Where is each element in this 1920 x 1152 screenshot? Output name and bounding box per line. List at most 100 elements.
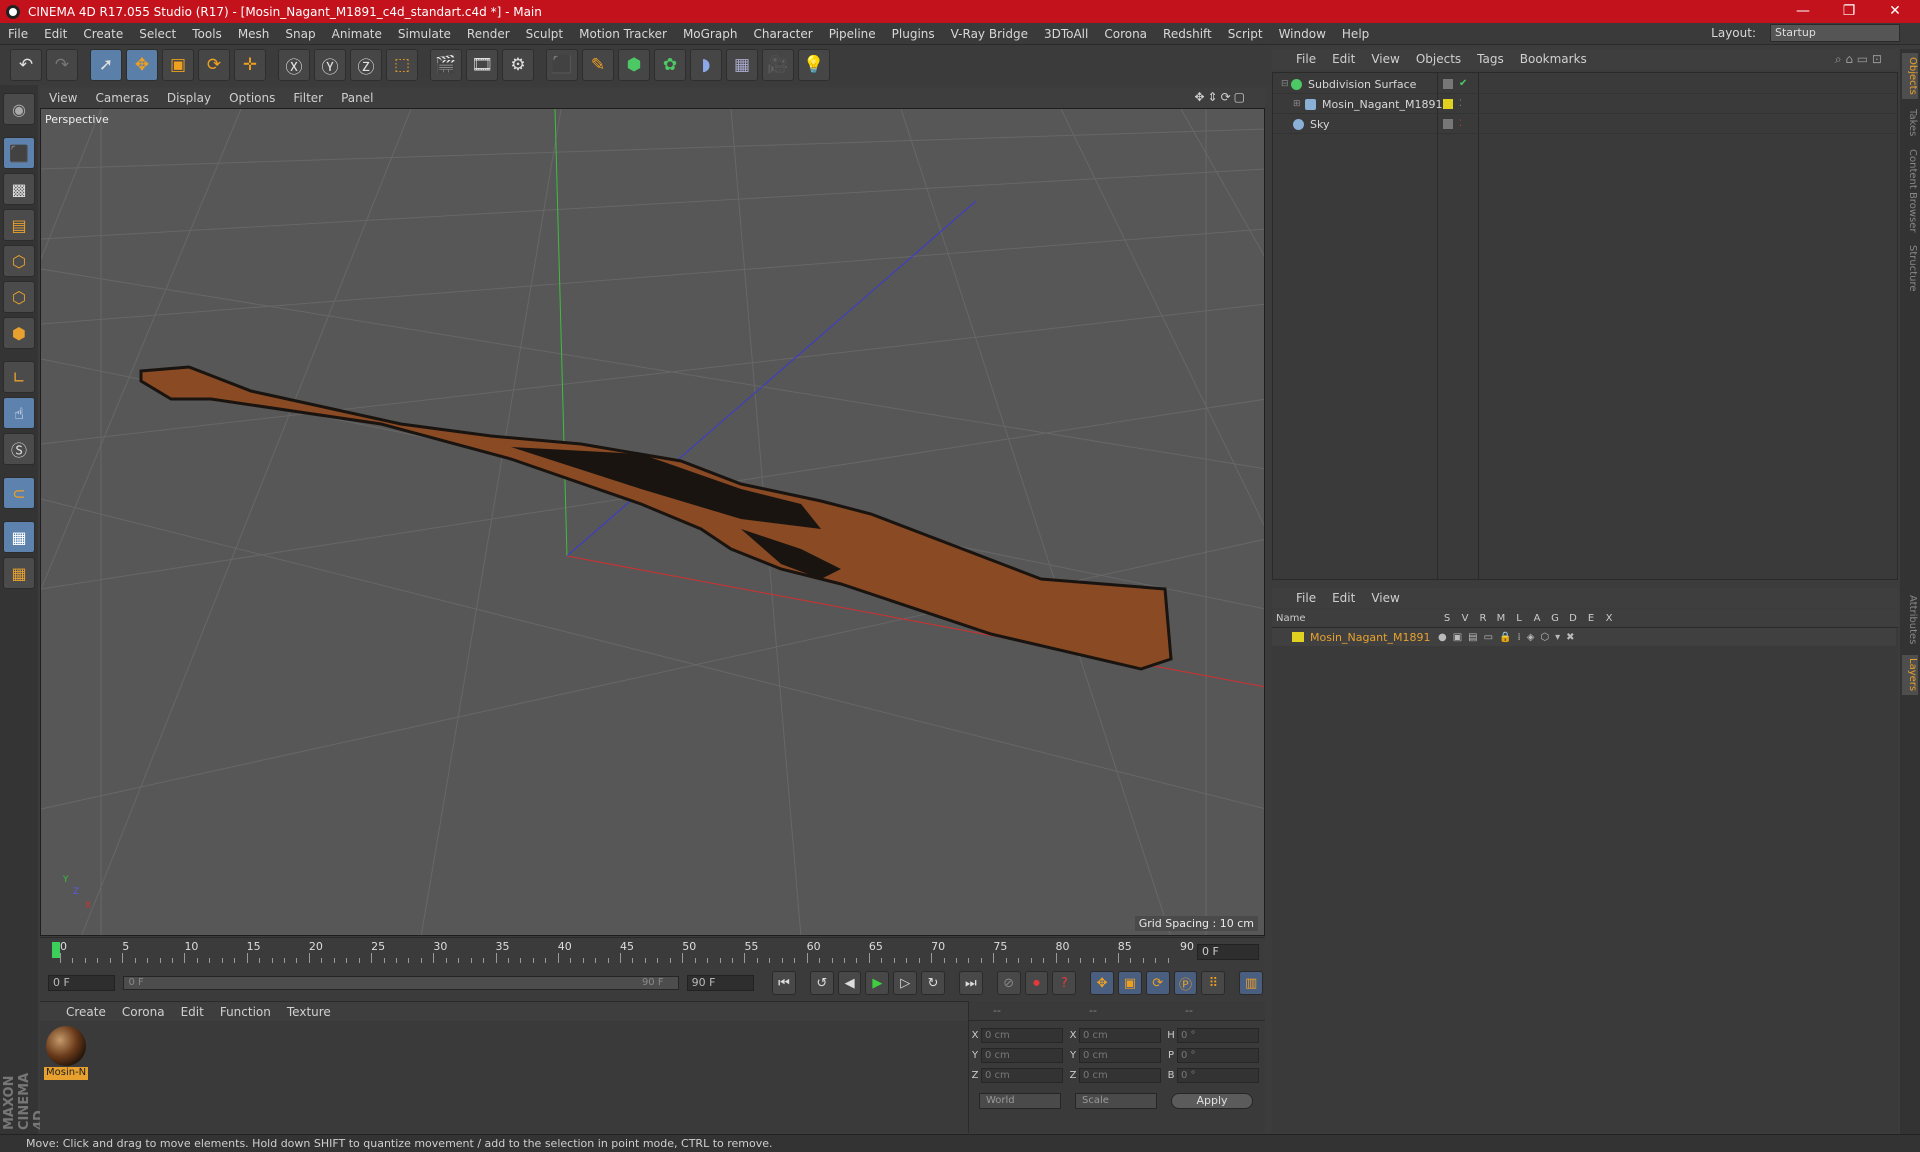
menu-corona[interactable]: Corona xyxy=(1096,27,1155,41)
texture-mode-icon[interactable]: ▩ xyxy=(3,173,35,205)
solo-mode-icon[interactable]: Ⓢ xyxy=(3,433,35,465)
layer-col-deformers[interactable]: D xyxy=(1564,613,1582,624)
planar-workplane-icon[interactable]: ▦ xyxy=(3,557,35,589)
tab-content-browser[interactable]: Content Browser xyxy=(1902,147,1918,235)
record-active-icon[interactable]: ⏺ xyxy=(1024,971,1049,995)
viewport-navigation-icons[interactable]: ✥⇕⟳▢ xyxy=(1185,90,1257,104)
mat-menu-function[interactable]: Function xyxy=(212,1005,279,1019)
workplane-mode-icon[interactable]: ▤ xyxy=(3,209,35,241)
timeline-window-icon[interactable]: ▥ xyxy=(1239,971,1264,995)
menu-mesh[interactable]: Mesh xyxy=(230,27,278,41)
obj-menu-edit[interactable]: Edit xyxy=(1324,52,1363,66)
layer-col-locked[interactable]: L xyxy=(1510,613,1528,624)
model-mode-icon[interactable]: ⬛ xyxy=(3,137,35,169)
layer-col-expressions[interactable]: E xyxy=(1582,613,1600,624)
axis-mode-icon[interactable]: ∟ xyxy=(3,361,35,393)
snap-icon[interactable]: ⊂ xyxy=(3,477,35,509)
menu-vray-bridge[interactable]: V-Ray Bridge xyxy=(943,27,1036,41)
undo-icon[interactable]: ↶ xyxy=(10,49,42,81)
menu-tools[interactable]: Tools xyxy=(184,27,230,41)
end-frame-field[interactable]: 90 F xyxy=(686,975,755,991)
menu-snap[interactable]: Snap xyxy=(277,27,323,41)
rotation-h-field[interactable]: 0 ° xyxy=(1177,1027,1259,1043)
key-pla-icon[interactable]: ⠿ xyxy=(1201,971,1226,995)
menu-help[interactable]: Help xyxy=(1334,27,1377,41)
obj-menu-objects[interactable]: Objects xyxy=(1408,52,1469,66)
current-frame-field[interactable]: 0 F xyxy=(1197,944,1259,960)
collapse-toggle-icon[interactable]: ⊟ xyxy=(1281,79,1291,89)
menu-simulate[interactable]: Simulate xyxy=(390,27,459,41)
perspective-viewport[interactable]: Perspective Grid Spacing : 10 cm Y Z X xyxy=(40,108,1265,936)
tab-objects[interactable]: Objects xyxy=(1902,53,1918,99)
last-tool-icon[interactable]: ✛ xyxy=(234,49,266,81)
points-mode-icon[interactable]: ⬡ xyxy=(3,245,35,277)
tab-attributes[interactable]: Attributes xyxy=(1902,591,1918,649)
play-icon[interactable]: ▶ xyxy=(865,971,890,995)
rotate-tool-icon[interactable]: ⟳ xyxy=(198,49,230,81)
redo-icon[interactable]: ↷ xyxy=(46,49,78,81)
obj-menu-tags[interactable]: Tags xyxy=(1469,52,1512,66)
menu-pipeline[interactable]: Pipeline xyxy=(821,27,884,41)
make-editable-icon[interactable]: ◉ xyxy=(3,93,35,125)
menu-edit[interactable]: Edit xyxy=(36,27,75,41)
layer-row[interactable]: Mosin_Nagant_M1891 ●▣▤▭🔒⁞◈⬡▾✖ xyxy=(1272,628,1896,646)
menu-render[interactable]: Render xyxy=(459,27,518,41)
start-frame-field[interactable]: 0 F xyxy=(48,975,116,991)
next-key-icon[interactable]: ↻ xyxy=(921,971,945,995)
coord-mode-dropdown[interactable]: World xyxy=(979,1093,1061,1109)
material-swatch[interactable]: Mosin-N xyxy=(44,1025,88,1081)
menu-create[interactable]: Create xyxy=(75,27,131,41)
live-selection-icon[interactable]: ➚ xyxy=(90,49,122,81)
polygons-mode-icon[interactable]: ⬢ xyxy=(3,317,35,349)
menu-select[interactable]: Select xyxy=(131,27,184,41)
render-view-icon[interactable]: 🎬 xyxy=(430,49,462,81)
enabled-check-icon[interactable]: ✔ xyxy=(1459,79,1469,89)
restore-button[interactable]: ❐ xyxy=(1826,0,1872,23)
close-button[interactable]: ✕ xyxy=(1872,0,1918,23)
floor-icon[interactable]: ▦ xyxy=(726,49,758,81)
menu-plugins[interactable]: Plugins xyxy=(884,27,943,41)
record-disabled-icon[interactable]: ⊘ xyxy=(996,971,1021,995)
mat-menu-texture[interactable]: Texture xyxy=(279,1005,339,1019)
pen-spline-icon[interactable]: ✎ xyxy=(582,49,614,81)
vp-menu-panel[interactable]: Panel xyxy=(332,91,382,105)
coordinate-system-icon[interactable]: ⬚ xyxy=(386,49,418,81)
rotation-b-field[interactable]: 0 ° xyxy=(1177,1067,1259,1083)
cloner-icon[interactable]: ✿ xyxy=(654,49,686,81)
position-y-field[interactable]: 0 cm xyxy=(981,1047,1063,1063)
mat-menu-create[interactable]: Create xyxy=(58,1005,114,1019)
cube-primitive-icon[interactable]: ⬛ xyxy=(546,49,578,81)
menu-mograph[interactable]: MoGraph xyxy=(675,27,746,41)
size-y-field[interactable]: 0 cm xyxy=(1079,1047,1161,1063)
layer-col-render[interactable]: R xyxy=(1474,613,1492,624)
menu-character[interactable]: Character xyxy=(745,27,820,41)
rotation-p-field[interactable]: 0 ° xyxy=(1177,1047,1259,1063)
position-x-field[interactable]: 0 cm xyxy=(981,1027,1063,1043)
key-position-icon[interactable]: ✥ xyxy=(1090,971,1114,995)
menu-redshift[interactable]: Redshift xyxy=(1155,27,1220,41)
timeline-ruler[interactable]: 0 5 10 15 20 25 30 35 40 45 50 55 60 65 70 75 80 85 90 xyxy=(48,938,1198,966)
workplane-lock-icon[interactable]: ▦ xyxy=(3,521,35,553)
visibility-dots-icon[interactable]: ⁚ xyxy=(1459,99,1469,109)
object-row-mosin-nagant[interactable]: ⊞ Mosin_Nagant_M1891 ⁚ xyxy=(1273,95,1897,114)
obj-menu-view[interactable]: View xyxy=(1363,52,1407,66)
tab-takes[interactable]: Takes xyxy=(1902,105,1918,141)
menu-window[interactable]: Window xyxy=(1271,27,1334,41)
menu-file[interactable]: File xyxy=(0,27,36,41)
object-row-sky[interactable]: Sky ⁚ xyxy=(1273,115,1897,134)
mat-menu-corona[interactable]: Corona xyxy=(114,1005,173,1019)
vp-menu-display[interactable]: Display xyxy=(158,91,220,105)
layer-col-view[interactable]: V xyxy=(1456,613,1474,624)
frame-range-slider[interactable]: 0 F 90 F xyxy=(123,976,679,990)
menu-sculpt[interactable]: Sculpt xyxy=(518,27,571,41)
layer-color-icon[interactable] xyxy=(1292,632,1304,642)
visibility-toggle-icon[interactable] xyxy=(1443,79,1453,89)
previous-frame-icon[interactable]: ◀ xyxy=(837,971,862,995)
layer-menu-edit[interactable]: Edit xyxy=(1324,591,1363,605)
go-to-end-icon[interactable]: ⏭ xyxy=(958,971,983,995)
vp-menu-view[interactable]: View xyxy=(40,91,86,105)
layer-flags-icons[interactable]: ●▣▤▭🔒⁞◈⬡▾✖ xyxy=(1438,632,1581,643)
previous-key-icon[interactable]: ↺ xyxy=(809,971,834,995)
obj-menu-bookmarks[interactable]: Bookmarks xyxy=(1512,52,1595,66)
scale-tool-icon[interactable]: ▣ xyxy=(162,49,194,81)
